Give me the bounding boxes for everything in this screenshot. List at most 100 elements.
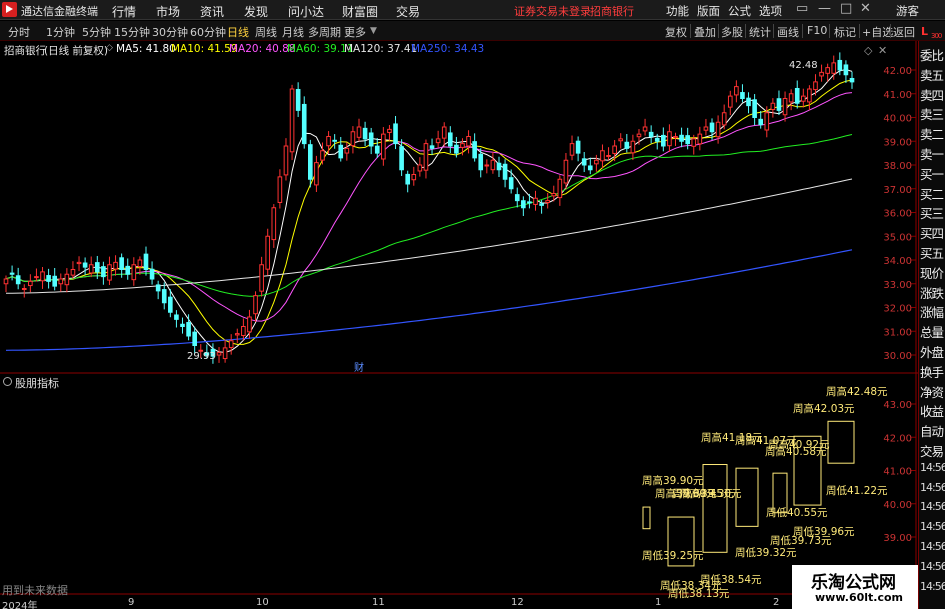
panel-field-label[interactable]: 现价 [920, 263, 944, 282]
restore-icon[interactable]: ▭ [796, 1, 808, 16]
candle-up [314, 162, 319, 186]
weekly-low-label: 周低41.22元 [826, 485, 888, 497]
candle-down [46, 275, 51, 282]
panel-field-label[interactable]: 换手 [920, 362, 944, 381]
panel-time-item[interactable]: 14:56 [920, 520, 945, 533]
panel-time-item[interactable]: 14:56 [920, 481, 945, 494]
tab-1min[interactable]: 1分钟 [46, 24, 75, 40]
panel-time-item[interactable]: 14:56 [920, 500, 945, 513]
separator [829, 24, 830, 38]
panel-field-label[interactable]: 自动 [920, 421, 944, 440]
candle-down [192, 331, 197, 346]
finance-marker[interactable]: 财 [354, 359, 364, 374]
candle-up [557, 178, 563, 199]
candle-down [119, 257, 124, 271]
panel-time-item[interactable]: 14:56 [920, 560, 945, 573]
panel-field-label[interactable]: 买二 [920, 184, 944, 203]
panel-field-label[interactable]: 买五 [920, 243, 944, 262]
add-watchlist-button[interactable]: +自选 [862, 24, 893, 40]
kline-chart[interactable]: 42.00 41.00 40.00 39.00 38.00 37.00 36.00 35.00… [0, 41, 918, 609]
panel-top-label[interactable]: L [921, 25, 928, 38]
candle-down [496, 162, 502, 171]
panel-field-label[interactable]: 净资 [920, 382, 944, 401]
quote-side-panel: L 300 委比 卖五 卖四 卖三 卖二 卖一 买一 买二 买三 买四 买五 现价 涨跌 涨幅 总量 外盘 换手… [918, 25, 945, 609]
panel-field-label[interactable]: 卖一 [920, 144, 944, 163]
panel-time-item[interactable]: 14:56 [920, 540, 945, 553]
maximize-icon[interactable]: □ [840, 1, 852, 16]
panel-field-label[interactable]: 卖五 [920, 65, 944, 84]
candle-up [283, 145, 289, 176]
candle-down [587, 165, 593, 171]
indicator-icon[interactable] [3, 377, 12, 386]
guest-label[interactable]: 游客 [896, 3, 919, 19]
menu-formula[interactable]: 公式 [728, 3, 751, 19]
panel-field-label[interactable]: 涨幅 [920, 302, 944, 321]
candle-down [776, 98, 782, 111]
tab-daily[interactable]: 日线 [227, 24, 249, 40]
minimize-icon[interactable]: — [818, 1, 831, 16]
panel-time-item[interactable]: 14:56 [920, 461, 945, 474]
menu-wenxiaoda[interactable]: 问小达 [288, 3, 324, 20]
candle-up [228, 340, 234, 348]
watermark-url: www.60lt.com [815, 591, 904, 604]
overlay-button[interactable]: 叠加 [694, 24, 716, 40]
menu-function[interactable]: 功能 [666, 3, 689, 19]
tab-more[interactable]: 更多 [344, 24, 366, 40]
back-button[interactable]: 返回 [893, 24, 915, 40]
y-tick-label: 31.00 [883, 327, 912, 338]
panel-field-label[interactable]: 外盘 [920, 342, 944, 361]
menu-market[interactable]: 市场 [156, 3, 180, 20]
mark-button[interactable]: 标记 [834, 24, 856, 40]
multi-stock-button[interactable]: 多股 [721, 24, 743, 40]
separator [745, 24, 746, 38]
panel-field-label[interactable]: 卖三 [920, 104, 944, 123]
period-toolbar: 分时 1分钟 5分钟 15分钟 30分钟 60分钟 日线 周线 月线 多周期 更… [0, 21, 945, 41]
panel-field-label[interactable]: 买一 [920, 164, 944, 183]
panel-time-item[interactable]: 14:56 [920, 580, 945, 593]
login-warning[interactable]: 证券交易未登录 [514, 3, 591, 19]
candle-down [624, 141, 630, 149]
candle-up [734, 86, 739, 96]
settings-icon[interactable]: ◇ [864, 44, 872, 57]
tab-multi-period[interactable]: 多周期 [308, 24, 341, 40]
panel-field-label[interactable]: 卖二 [920, 124, 944, 143]
candle-down [758, 118, 764, 126]
candle-up [770, 102, 776, 111]
tab-15min[interactable]: 15分钟 [114, 24, 150, 40]
tab-monthly[interactable]: 月线 [282, 24, 304, 40]
menu-news[interactable]: 资讯 [200, 3, 224, 20]
panel-field-label[interactable]: 卖四 [920, 85, 944, 104]
menu-wealth-circle[interactable]: 财富圈 [342, 3, 378, 20]
close-pane-icon[interactable]: ✕ [878, 44, 887, 57]
candle-up [289, 88, 295, 153]
tab-30min[interactable]: 30分钟 [152, 24, 188, 40]
menu-layout[interactable]: 版面 [697, 3, 720, 19]
statistics-button[interactable]: 统计 [749, 24, 771, 40]
chevron-down-icon[interactable]: ▼ [370, 26, 377, 36]
f10-button[interactable]: F10 [807, 24, 827, 37]
tab-weekly[interactable]: 周线 [255, 24, 277, 40]
panel-field-label[interactable]: 买四 [920, 223, 944, 242]
tab-5min[interactable]: 5分钟 [82, 24, 111, 40]
menu-options[interactable]: 选项 [759, 3, 782, 19]
stock-shortcut[interactable]: 招商银行 [590, 3, 634, 19]
panel-field-label[interactable]: 收益 [920, 401, 944, 420]
menu-discover[interactable]: 发现 [244, 3, 268, 20]
panel-field-label[interactable]: 总量 [920, 322, 944, 341]
panel-field-label[interactable]: 交易 [920, 441, 944, 460]
draw-line-button[interactable]: 画线 [777, 24, 799, 40]
candle-up [234, 333, 240, 336]
tab-intraday[interactable]: 分时 [8, 24, 30, 40]
candle-down [843, 64, 849, 76]
menu-trade[interactable]: 交易 [396, 3, 420, 20]
menu-quotes[interactable]: 行情 [112, 3, 136, 20]
panel-field-label[interactable]: 委比 [920, 45, 944, 64]
tab-60min[interactable]: 60分钟 [190, 24, 226, 40]
adjust-button[interactable]: 复权 [665, 24, 687, 40]
indicator-title[interactable]: 股朋指标 [15, 375, 59, 391]
toggle-icon[interactable]: ◇ [106, 43, 113, 53]
candle-up [819, 71, 824, 77]
close-icon[interactable]: ✕ [860, 1, 871, 16]
panel-field-label[interactable]: 涨跌 [920, 283, 944, 302]
panel-field-label[interactable]: 买三 [920, 203, 944, 222]
